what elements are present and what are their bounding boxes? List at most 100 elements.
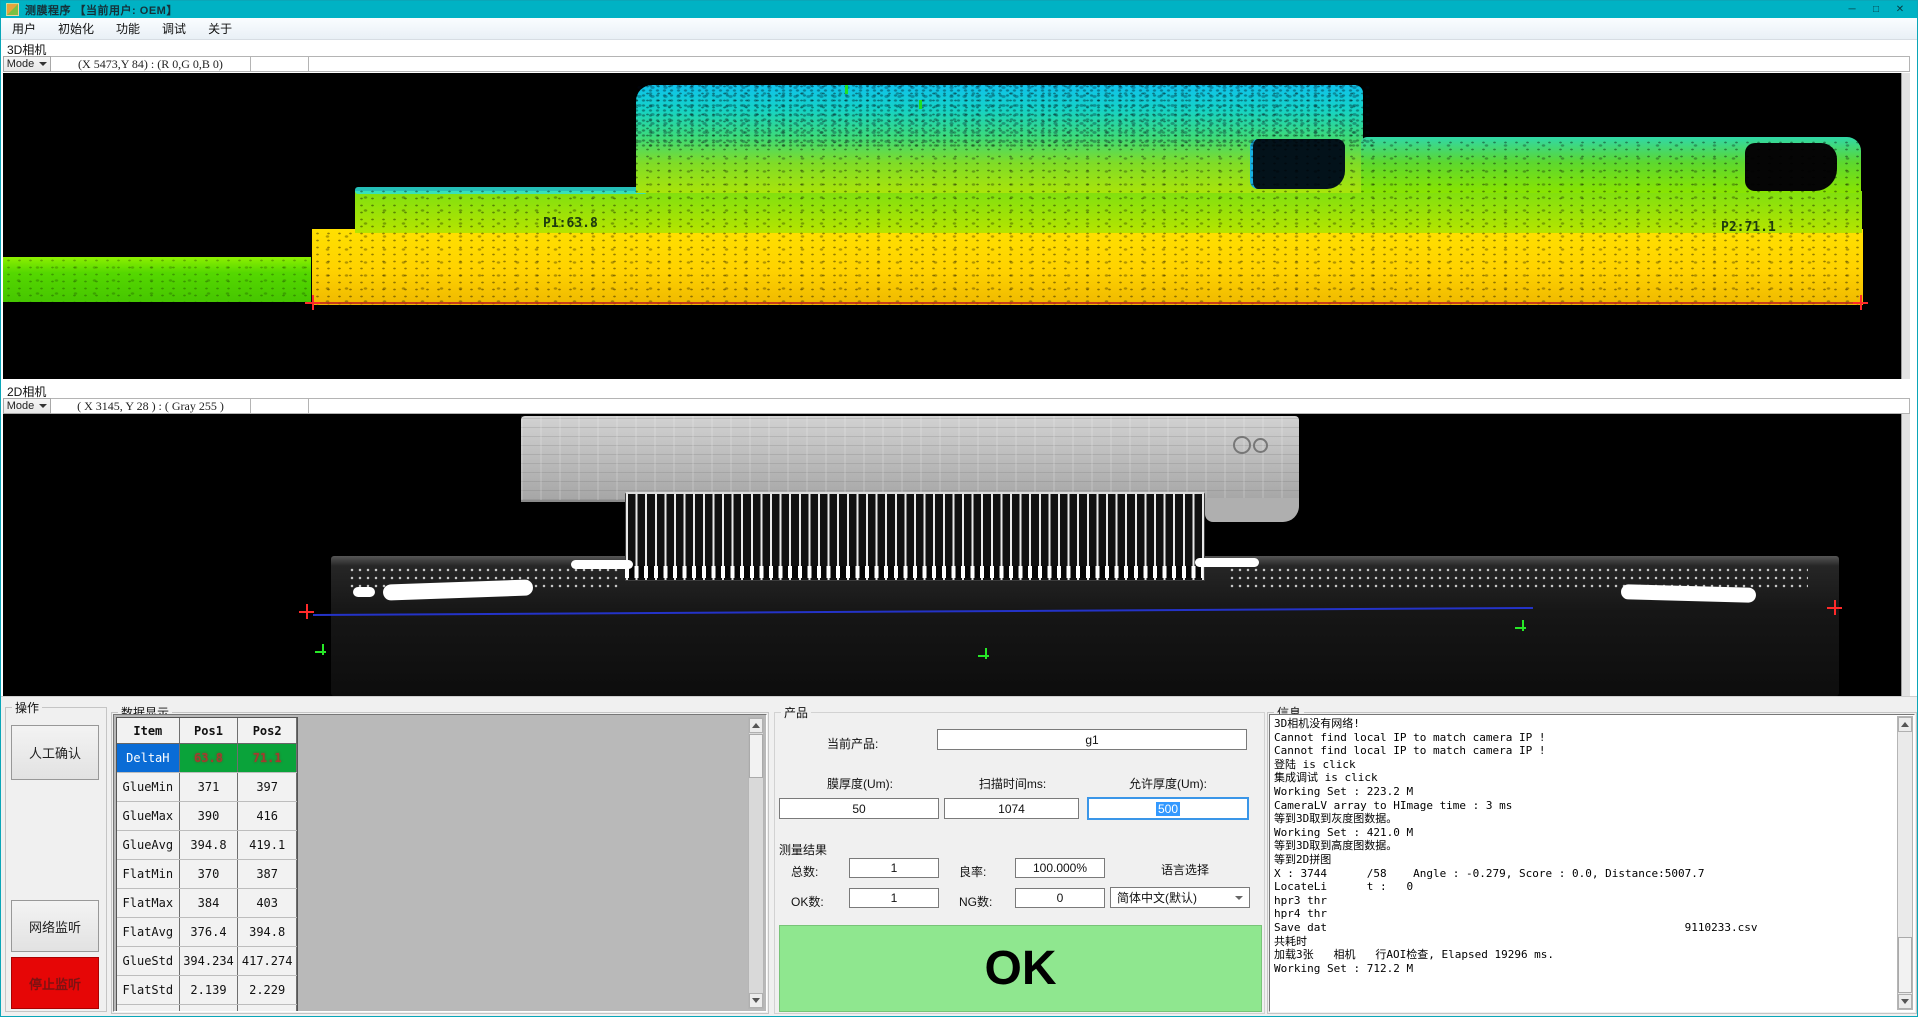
language-select[interactable]: 简体中文(默认) <box>1110 887 1250 908</box>
cell-pos1: 390 <box>180 802 239 830</box>
cell-item: FlatMax <box>117 889 180 917</box>
viewport2d-scroll-strip[interactable] <box>1901 414 1910 696</box>
total-field[interactable]: 1 <box>849 858 939 878</box>
table-row[interactable]: GlueAvg 394.8 419.1 <box>117 831 297 860</box>
selected-text: 500 <box>1156 802 1180 816</box>
window-controls: ─ □ ✕ <box>1840 2 1912 18</box>
table-row[interactable]: FlatMax 384 403 <box>117 889 297 918</box>
heightmap-left-noise <box>3 257 311 302</box>
table-row[interactable]: X 2583.5 7866.7 <box>117 1005 297 1012</box>
maximize-button[interactable]: □ <box>1864 2 1888 18</box>
marker-cross-green-3 <box>1515 620 1526 631</box>
menu-item[interactable]: 用户 <box>1 18 47 39</box>
log-line: Working Set : 421.0 M <box>1274 826 1892 840</box>
stop-listen-button[interactable]: 停止监听 <box>11 957 99 1009</box>
cell-pos1: 2.139 <box>180 976 239 1004</box>
cell-item: GlueMin <box>117 773 180 801</box>
network-listen-button[interactable]: 网络监听 <box>11 900 99 952</box>
triangle-up-icon <box>1901 722 1909 727</box>
table-row[interactable]: FlatStd 2.139 2.229 <box>117 976 297 1005</box>
yield-field[interactable]: 100.000% <box>1015 858 1105 878</box>
cell-pos2: 2.229 <box>238 976 297 1004</box>
cell-pos1: 370 <box>180 860 239 888</box>
camera3d-pixel-readout: (X 5473,Y 84) : (R 0,G 0,B 0) <box>51 56 251 72</box>
log-line: 共耗时 <box>1274 935 1892 949</box>
menu-item[interactable]: 功能 <box>105 18 151 39</box>
film-thickness-label: 膜厚度(Um): <box>805 775 915 792</box>
table-row[interactable]: FlatAvg 376.4 394.8 <box>117 918 297 947</box>
camera3d-mode-button[interactable]: Mode <box>3 56 51 72</box>
triangle-down-icon <box>752 998 760 1003</box>
ng-count-label: NG数: <box>959 893 992 910</box>
marker-cross-green-2 <box>978 648 989 659</box>
yield-label: 良率: <box>959 863 986 880</box>
scroll-down-arrow[interactable] <box>1898 994 1912 1009</box>
scroll-up-arrow[interactable] <box>749 718 763 733</box>
table-row[interactable]: GlueMax 390 416 <box>117 802 297 831</box>
film-thickness-field[interactable]: 50 <box>779 798 939 819</box>
marker-cross-green-1 <box>315 644 326 655</box>
scrollbar-thumb[interactable] <box>749 734 763 778</box>
menu-item[interactable]: 调试 <box>151 18 197 39</box>
cell-pos1: 384 <box>180 889 239 917</box>
col-header-item[interactable]: Item <box>117 718 180 743</box>
col-header-pos1[interactable]: Pos1 <box>180 718 239 743</box>
menu-item[interactable]: 关于 <box>197 18 243 39</box>
info-log-box: 3D相机没有网络!Cannot find local IP to match c… <box>1269 714 1915 1012</box>
marker-cross-right <box>1827 600 1842 615</box>
table-row[interactable]: GlueStd 394.234 417.274 <box>117 947 297 976</box>
menu-item[interactable]: 初始化 <box>47 18 105 39</box>
log-line: X : 3744 /58 Angle : -0.279, Score : 0.0… <box>1274 867 1892 881</box>
camera3d-status-box <box>251 56 309 72</box>
app-window: 测膜程序 【当前用户: OEM】 ─ □ ✕ 用户初始化功能调试关于 3D相机 … <box>0 0 1918 1017</box>
log-line: Working Set : 223.2 M <box>1274 785 1892 799</box>
camera3d-mode-bar: Mode (X 5473,Y 84) : (R 0,G 0,B 0) <box>3 56 1910 72</box>
cell-pos2: 417.274 <box>238 947 297 975</box>
viewport3d-scroll-strip[interactable] <box>1901 73 1910 379</box>
log-line: CameraLV array to HImage time : 3 ms <box>1274 799 1892 813</box>
log-line: 加载3张 相机 行AOI检查, Elapsed 19296 ms. <box>1274 948 1892 962</box>
table-header-row: Item Pos1 Pos2 <box>117 718 297 744</box>
minimize-button[interactable]: ─ <box>1840 2 1864 18</box>
table-scrollbar[interactable] <box>748 717 764 1009</box>
app-icon <box>6 3 19 16</box>
white-streak-right <box>1195 558 1259 567</box>
ok-count-label: OK数: <box>791 893 824 910</box>
mode-button-label: Mode <box>7 400 35 412</box>
scroll-down-arrow[interactable] <box>749 993 763 1008</box>
scroll-up-arrow[interactable] <box>1898 717 1912 732</box>
log-line: LocateLi t : 0 <box>1274 880 1892 894</box>
chevron-down-icon <box>1235 896 1243 900</box>
cell-item: FlatMin <box>117 860 180 888</box>
connector-pad-row <box>625 566 1203 578</box>
cell-item: GlueMax <box>117 802 180 830</box>
table-row[interactable]: GlueMin 371 397 <box>117 773 297 802</box>
close-button[interactable]: ✕ <box>1888 2 1912 18</box>
camera3d-status-box-wide <box>309 56 1910 72</box>
camera3d-viewport[interactable]: P1:63.8 P2:71.1 <box>3 73 1910 379</box>
data-display-group: 数据显示 Item Pos1 Pos2 DeltaH 63.8 <box>111 712 769 1014</box>
allowed-thickness-field[interactable]: 500 <box>1087 797 1249 820</box>
camera2d-viewport[interactable] <box>3 414 1910 696</box>
table-row[interactable]: FlatMin 370 387 <box>117 860 297 889</box>
cell-pos2: 416 <box>238 802 297 830</box>
camera2d-mode-button[interactable]: Mode <box>3 398 51 414</box>
chevron-down-icon <box>39 62 47 66</box>
scan-time-field[interactable]: 1074 <box>944 798 1079 819</box>
ok-count-field[interactable]: 1 <box>849 888 939 908</box>
log-output[interactable]: 3D相机没有网络!Cannot find local IP to match c… <box>1274 717 1892 1009</box>
log-scrollbar[interactable] <box>1897 716 1913 1010</box>
triangle-up-icon <box>752 723 760 728</box>
cell-pos1: 371 <box>180 773 239 801</box>
marker-cross-left <box>299 604 314 619</box>
manual-confirm-button[interactable]: 人工确认 <box>11 725 99 780</box>
current-product-field[interactable]: g1 <box>937 729 1247 750</box>
product-group-label: 产品 <box>781 704 811 721</box>
col-header-pos2[interactable]: Pos2 <box>238 718 297 743</box>
scrollbar-thumb[interactable] <box>1898 937 1912 993</box>
white-streak-left <box>571 560 633 569</box>
ng-count-field[interactable]: 0 <box>1015 888 1105 908</box>
cell-pos2: 387 <box>238 860 297 888</box>
table-row[interactable]: DeltaH 63.8 71.1 <box>117 744 297 773</box>
total-label: 总数: <box>791 863 818 880</box>
